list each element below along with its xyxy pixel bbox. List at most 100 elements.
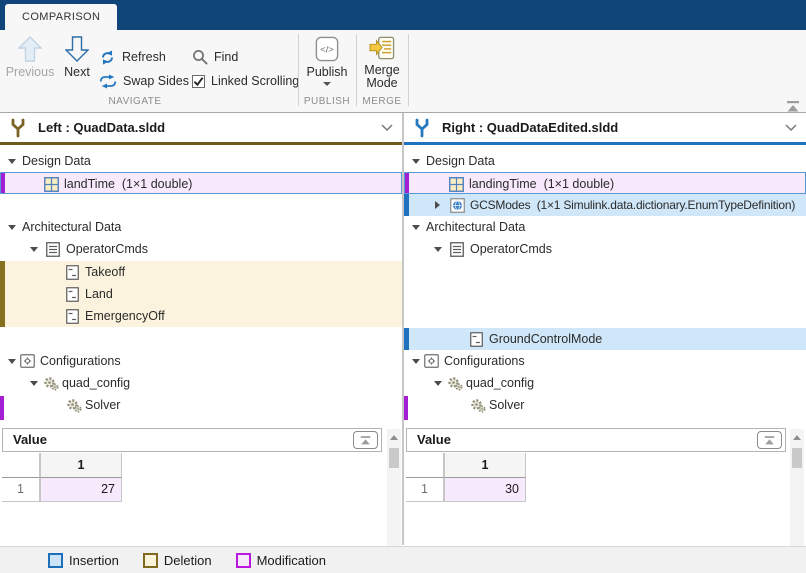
value-panel-title: Value: [417, 432, 451, 447]
modification-bar: [1, 173, 5, 193]
expander-down-icon[interactable]: [434, 381, 442, 386]
swap-sides-button[interactable]: Swap Sides: [99, 71, 189, 91]
refresh-button[interactable]: Refresh: [99, 47, 166, 67]
expander-down-icon[interactable]: [434, 247, 442, 252]
group-label-merge: MERGE: [362, 96, 402, 107]
search-icon: [192, 49, 208, 65]
expander-down-icon[interactable]: [8, 359, 16, 364]
toolstrip-tab-bar: COMPARISON: [0, 0, 806, 30]
tree-label: Architectural Data: [426, 220, 526, 234]
legend-insertion: Insertion: [48, 552, 119, 568]
tree-item-landingtime[interactable]: landingTime (1×1 double): [404, 172, 806, 194]
tree-label: Solver: [489, 398, 525, 412]
table-corner-cell: [2, 453, 40, 478]
tree-item-quad-config[interactable]: quad_config: [0, 372, 402, 394]
enum-list-icon: [450, 242, 464, 257]
expander-down-icon[interactable]: [412, 159, 420, 164]
expander-down-icon[interactable]: [412, 359, 420, 364]
tree-item-architectural-data[interactable]: Architectural Data: [404, 216, 806, 238]
chevron-down-icon[interactable]: [785, 124, 797, 131]
merge-mode-button[interactable]: Merge Mode: [357, 36, 407, 90]
tree-item-architectural-data[interactable]: Architectural Data: [0, 216, 402, 238]
enum-list-icon: [46, 242, 60, 257]
linked-scrolling-checkbox[interactable]: Linked Scrolling: [192, 71, 299, 91]
tree-item-configurations[interactable]: Configurations: [404, 350, 806, 372]
find-button[interactable]: Find: [192, 47, 238, 67]
right-comparison-panel: Right : QuadDataEdited.sldd Design Data …: [404, 113, 806, 573]
tree-label: OperatorCmds: [66, 242, 148, 256]
expander-down-icon[interactable]: [412, 225, 420, 230]
next-button[interactable]: Next: [58, 36, 96, 79]
tree-label: GCSModes (1×1 Simulink.data.dictionary.E…: [470, 198, 796, 212]
publish-code-icon: [315, 36, 339, 62]
tree-label: quad_config: [466, 376, 535, 390]
tree-item-solver[interactable]: Solver: [404, 394, 806, 416]
scroll-up-icon[interactable]: [390, 435, 398, 440]
tree-label: GroundControlMode: [489, 332, 603, 346]
tree-item-operatorcmds[interactable]: OperatorCmds: [0, 238, 402, 260]
swap-sides-icon: [99, 74, 117, 89]
left-panel-header[interactable]: Left : QuadData.sldd: [0, 113, 402, 145]
collapse-value-panel-button[interactable]: [757, 431, 782, 449]
expander-down-icon[interactable]: [30, 381, 38, 386]
checkbox-checked-icon[interactable]: [192, 74, 205, 88]
previous-button[interactable]: Previous: [6, 36, 54, 79]
tree-item-quad-config[interactable]: quad_config: [404, 372, 806, 394]
tree-item-gcsmodes[interactable]: GCSModes (1×1 Simulink.data.dictionary.E…: [404, 194, 806, 216]
tree-item-solver[interactable]: Solver: [0, 394, 402, 416]
linked-scrolling-label: Linked Scrolling: [211, 74, 300, 88]
collapse-up-icon: [360, 436, 371, 445]
collapse-value-panel-button[interactable]: [353, 431, 378, 449]
next-label: Next: [64, 65, 90, 79]
tab-comparison[interactable]: COMPARISON: [5, 4, 118, 30]
chevron-down-icon[interactable]: [381, 124, 393, 131]
left-accent-bar: [0, 142, 402, 145]
tree-label: landingTime (1×1 double): [469, 177, 615, 191]
left-value-panel-header: Value: [2, 428, 382, 452]
tree-label: quad_config: [62, 376, 131, 390]
refresh-icon: [99, 49, 116, 66]
table-value-cell[interactable]: 27: [40, 478, 122, 502]
legend-deletion-label: Deletion: [163, 552, 212, 568]
legend-modification: Modification: [235, 552, 326, 568]
insertion-bar: [404, 194, 409, 216]
comparison-tool-window: COMPARISON Previous Next Refresh Swap Si…: [0, 0, 806, 573]
gears-icon: [43, 376, 59, 391]
tree-label: Configurations: [40, 354, 121, 368]
tree-item-design-data[interactable]: Design Data: [0, 150, 402, 172]
arrow-up-icon: [18, 36, 42, 62]
expander-right-icon[interactable]: [435, 201, 440, 209]
tree-item-emergencyoff[interactable]: EmergencyOff: [0, 305, 402, 327]
expander-down-icon[interactable]: [8, 225, 16, 230]
scrollbar-thumb[interactable]: [389, 448, 399, 468]
tree-label: landTime (1×1 double): [64, 177, 193, 191]
enum-member-icon: [66, 287, 79, 302]
tree-item-takeoff[interactable]: Takeoff: [0, 261, 402, 283]
expander-down-icon[interactable]: [30, 247, 38, 252]
toolstrip: Previous Next Refresh Swap Sides Find Li…: [0, 30, 806, 113]
configurations-icon: [424, 354, 439, 368]
branch-compare-icon: [9, 118, 27, 138]
table-column-header: 1: [444, 453, 526, 478]
tree-item-configurations[interactable]: Configurations: [0, 350, 402, 372]
publish-button[interactable]: Publish: [299, 36, 355, 86]
group-label-publish: PUBLISH: [303, 96, 351, 107]
branch-compare-icon: [413, 118, 431, 138]
tree-label: Architectural Data: [22, 220, 122, 234]
tree-item-operatorcmds[interactable]: OperatorCmds: [404, 238, 806, 260]
table-value-cell[interactable]: 30: [444, 478, 526, 502]
publish-dropdown-caret-icon[interactable]: [323, 82, 331, 86]
expander-down-icon[interactable]: [8, 159, 16, 164]
tree-label: Design Data: [22, 154, 91, 168]
scrollbar-thumb[interactable]: [792, 448, 802, 468]
tree-item-land[interactable]: Land: [0, 283, 402, 305]
tree-item-landtime[interactable]: landTime (1×1 double): [0, 172, 402, 194]
tree-item-groundcontrolmode[interactable]: GroundControlMode: [404, 328, 806, 350]
tree-label: OperatorCmds: [470, 242, 552, 256]
enum-member-icon: [470, 332, 483, 347]
scroll-up-icon[interactable]: [793, 435, 801, 440]
right-panel-header[interactable]: Right : QuadDataEdited.sldd: [404, 113, 806, 145]
tree-item-design-data[interactable]: Design Data: [404, 150, 806, 172]
legend-insertion-label: Insertion: [69, 552, 119, 568]
gears-icon: [66, 398, 82, 413]
